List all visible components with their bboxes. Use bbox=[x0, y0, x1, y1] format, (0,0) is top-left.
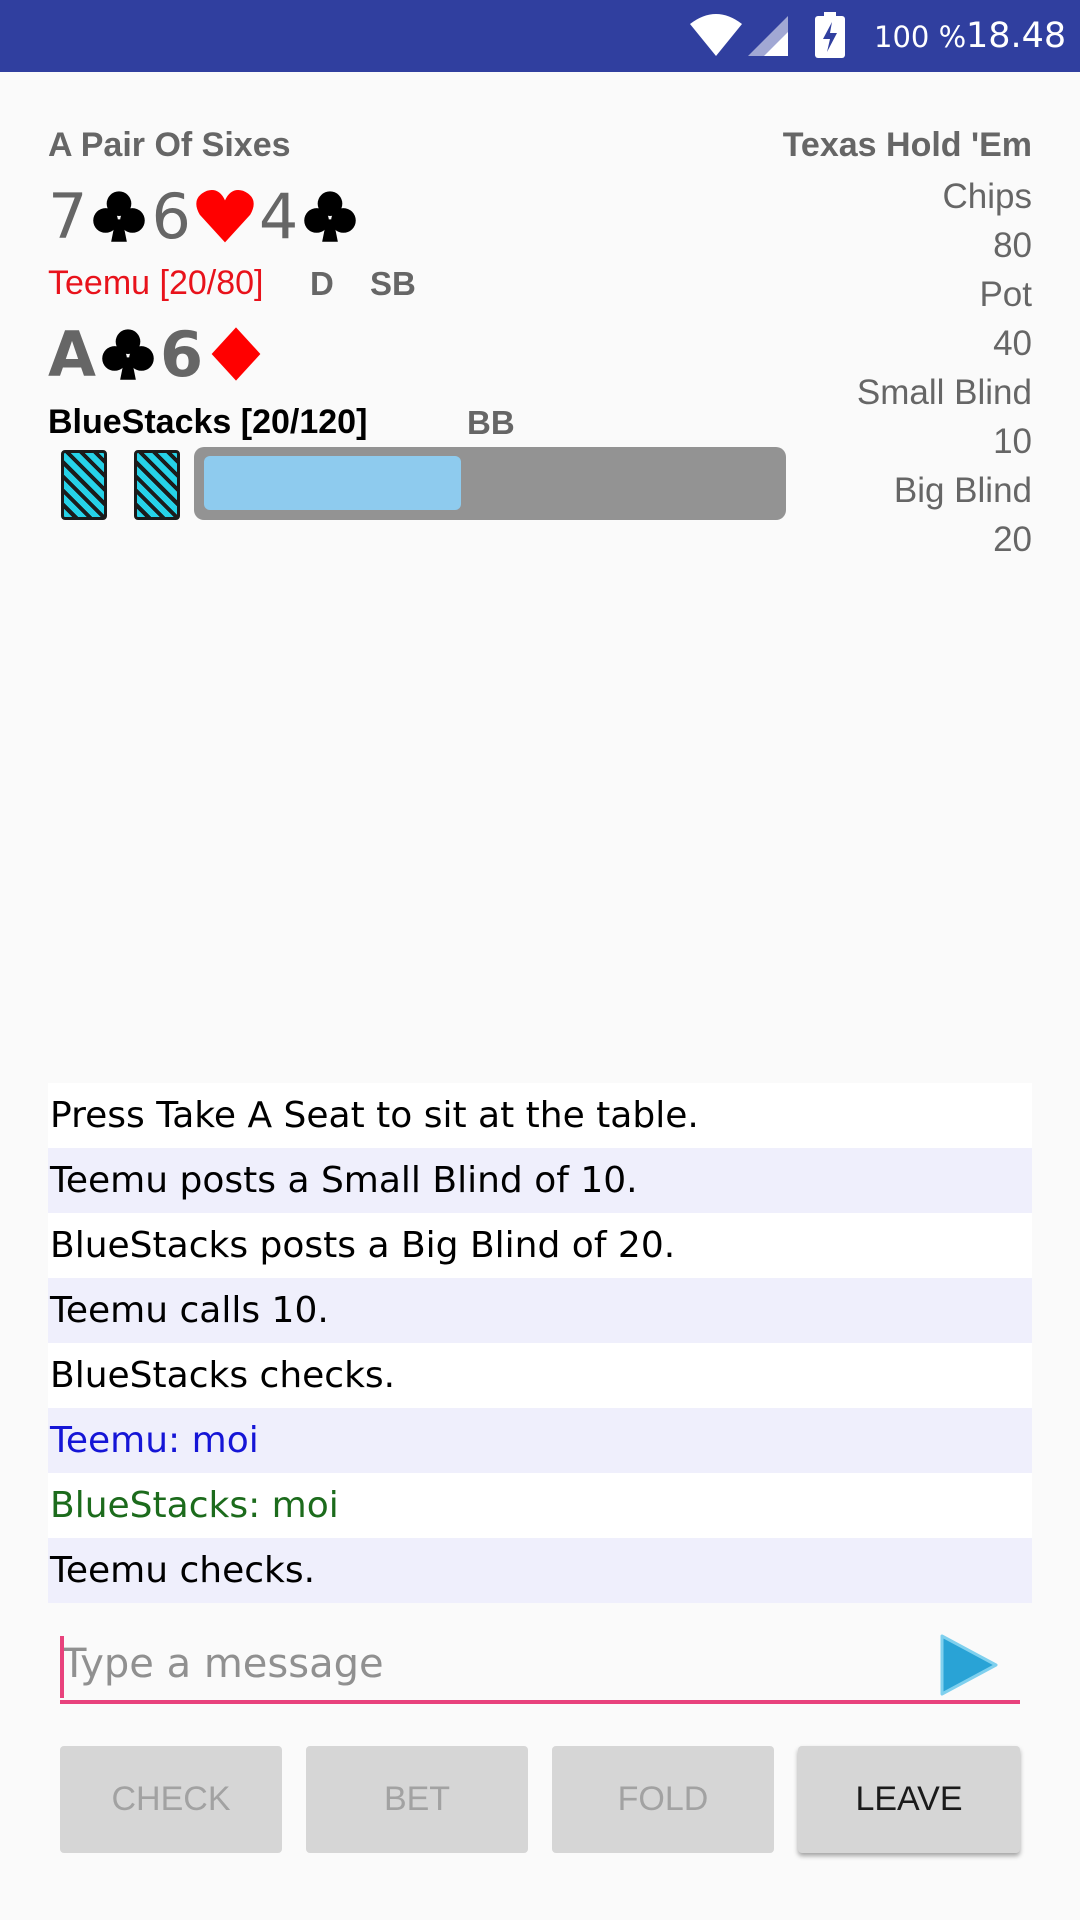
log-entry: Press Take A Seat to sit at the table. bbox=[48, 1083, 1032, 1148]
log-entry: BlueStacks posts a Big Blind of 20. bbox=[48, 1213, 1032, 1278]
small-blind-badge: SB bbox=[370, 265, 416, 302]
log-entry: BlueStacks checks. bbox=[48, 1343, 1032, 1408]
pot-label: Pot bbox=[979, 275, 1032, 314]
big-blind-value: 20 bbox=[993, 520, 1032, 559]
small-blind-label: Small Blind bbox=[856, 373, 1032, 412]
card-back bbox=[134, 450, 180, 520]
hand-name: A Pair Of Sixes bbox=[48, 126, 291, 164]
log-entry: Teemu posts a Small Blind of 10. bbox=[48, 1148, 1032, 1213]
community-cards: 7 6 4 bbox=[48, 179, 362, 253]
bet-button[interactable]: BET bbox=[306, 1746, 528, 1853]
diamond-icon bbox=[211, 327, 261, 381]
card-rank: 4 bbox=[258, 179, 299, 253]
fold-button[interactable]: FOLD bbox=[552, 1746, 774, 1853]
turn-timer-fill bbox=[204, 456, 461, 510]
card-back bbox=[61, 450, 107, 520]
big-blind-badge: BB bbox=[467, 404, 515, 441]
status-bar: 100 % 18.48 bbox=[0, 0, 1080, 72]
club-icon bbox=[102, 329, 154, 380]
message-input[interactable] bbox=[60, 1628, 1020, 1704]
card-rank: 6 bbox=[159, 317, 204, 391]
club-icon bbox=[304, 191, 357, 242]
leave-button[interactable]: LEAVE bbox=[798, 1746, 1020, 1853]
hole-cards: A 6 bbox=[48, 317, 269, 391]
send-icon[interactable] bbox=[936, 1632, 1000, 1698]
dealer-badge: D bbox=[310, 265, 334, 302]
signal-icon bbox=[748, 16, 788, 56]
game-log: Press Take A Seat to sit at the table. T… bbox=[48, 1083, 1032, 1603]
player-name-bluestacks: BlueStacks [20/120] bbox=[48, 403, 368, 441]
turn-timer-bar bbox=[194, 447, 786, 520]
battery-percent: 100 % bbox=[874, 20, 967, 54]
log-entry: Teemu checks. bbox=[48, 1538, 1032, 1603]
card-rank: 7 bbox=[48, 179, 88, 253]
chips-label: Chips bbox=[942, 177, 1032, 216]
heart-icon bbox=[196, 190, 254, 243]
log-entry: Teemu: moi bbox=[48, 1408, 1032, 1473]
club-icon bbox=[93, 191, 146, 242]
card-rank: 6 bbox=[151, 179, 191, 253]
player-name-teemu: Teemu [20/80] bbox=[48, 264, 264, 302]
chips-value: 80 bbox=[993, 226, 1032, 265]
check-button[interactable]: CHECK bbox=[60, 1746, 282, 1853]
game-type: Texas Hold 'Em bbox=[782, 126, 1032, 164]
card-rank: A bbox=[48, 317, 96, 391]
clock: 18.48 bbox=[966, 16, 1067, 56]
wifi-icon bbox=[690, 14, 742, 56]
log-entry: BlueStacks: moi bbox=[48, 1473, 1032, 1538]
log-entry: Teemu calls 10. bbox=[48, 1278, 1032, 1343]
pot-value: 40 bbox=[993, 324, 1032, 363]
text-cursor bbox=[60, 1636, 64, 1698]
battery-charging-icon bbox=[815, 12, 845, 58]
